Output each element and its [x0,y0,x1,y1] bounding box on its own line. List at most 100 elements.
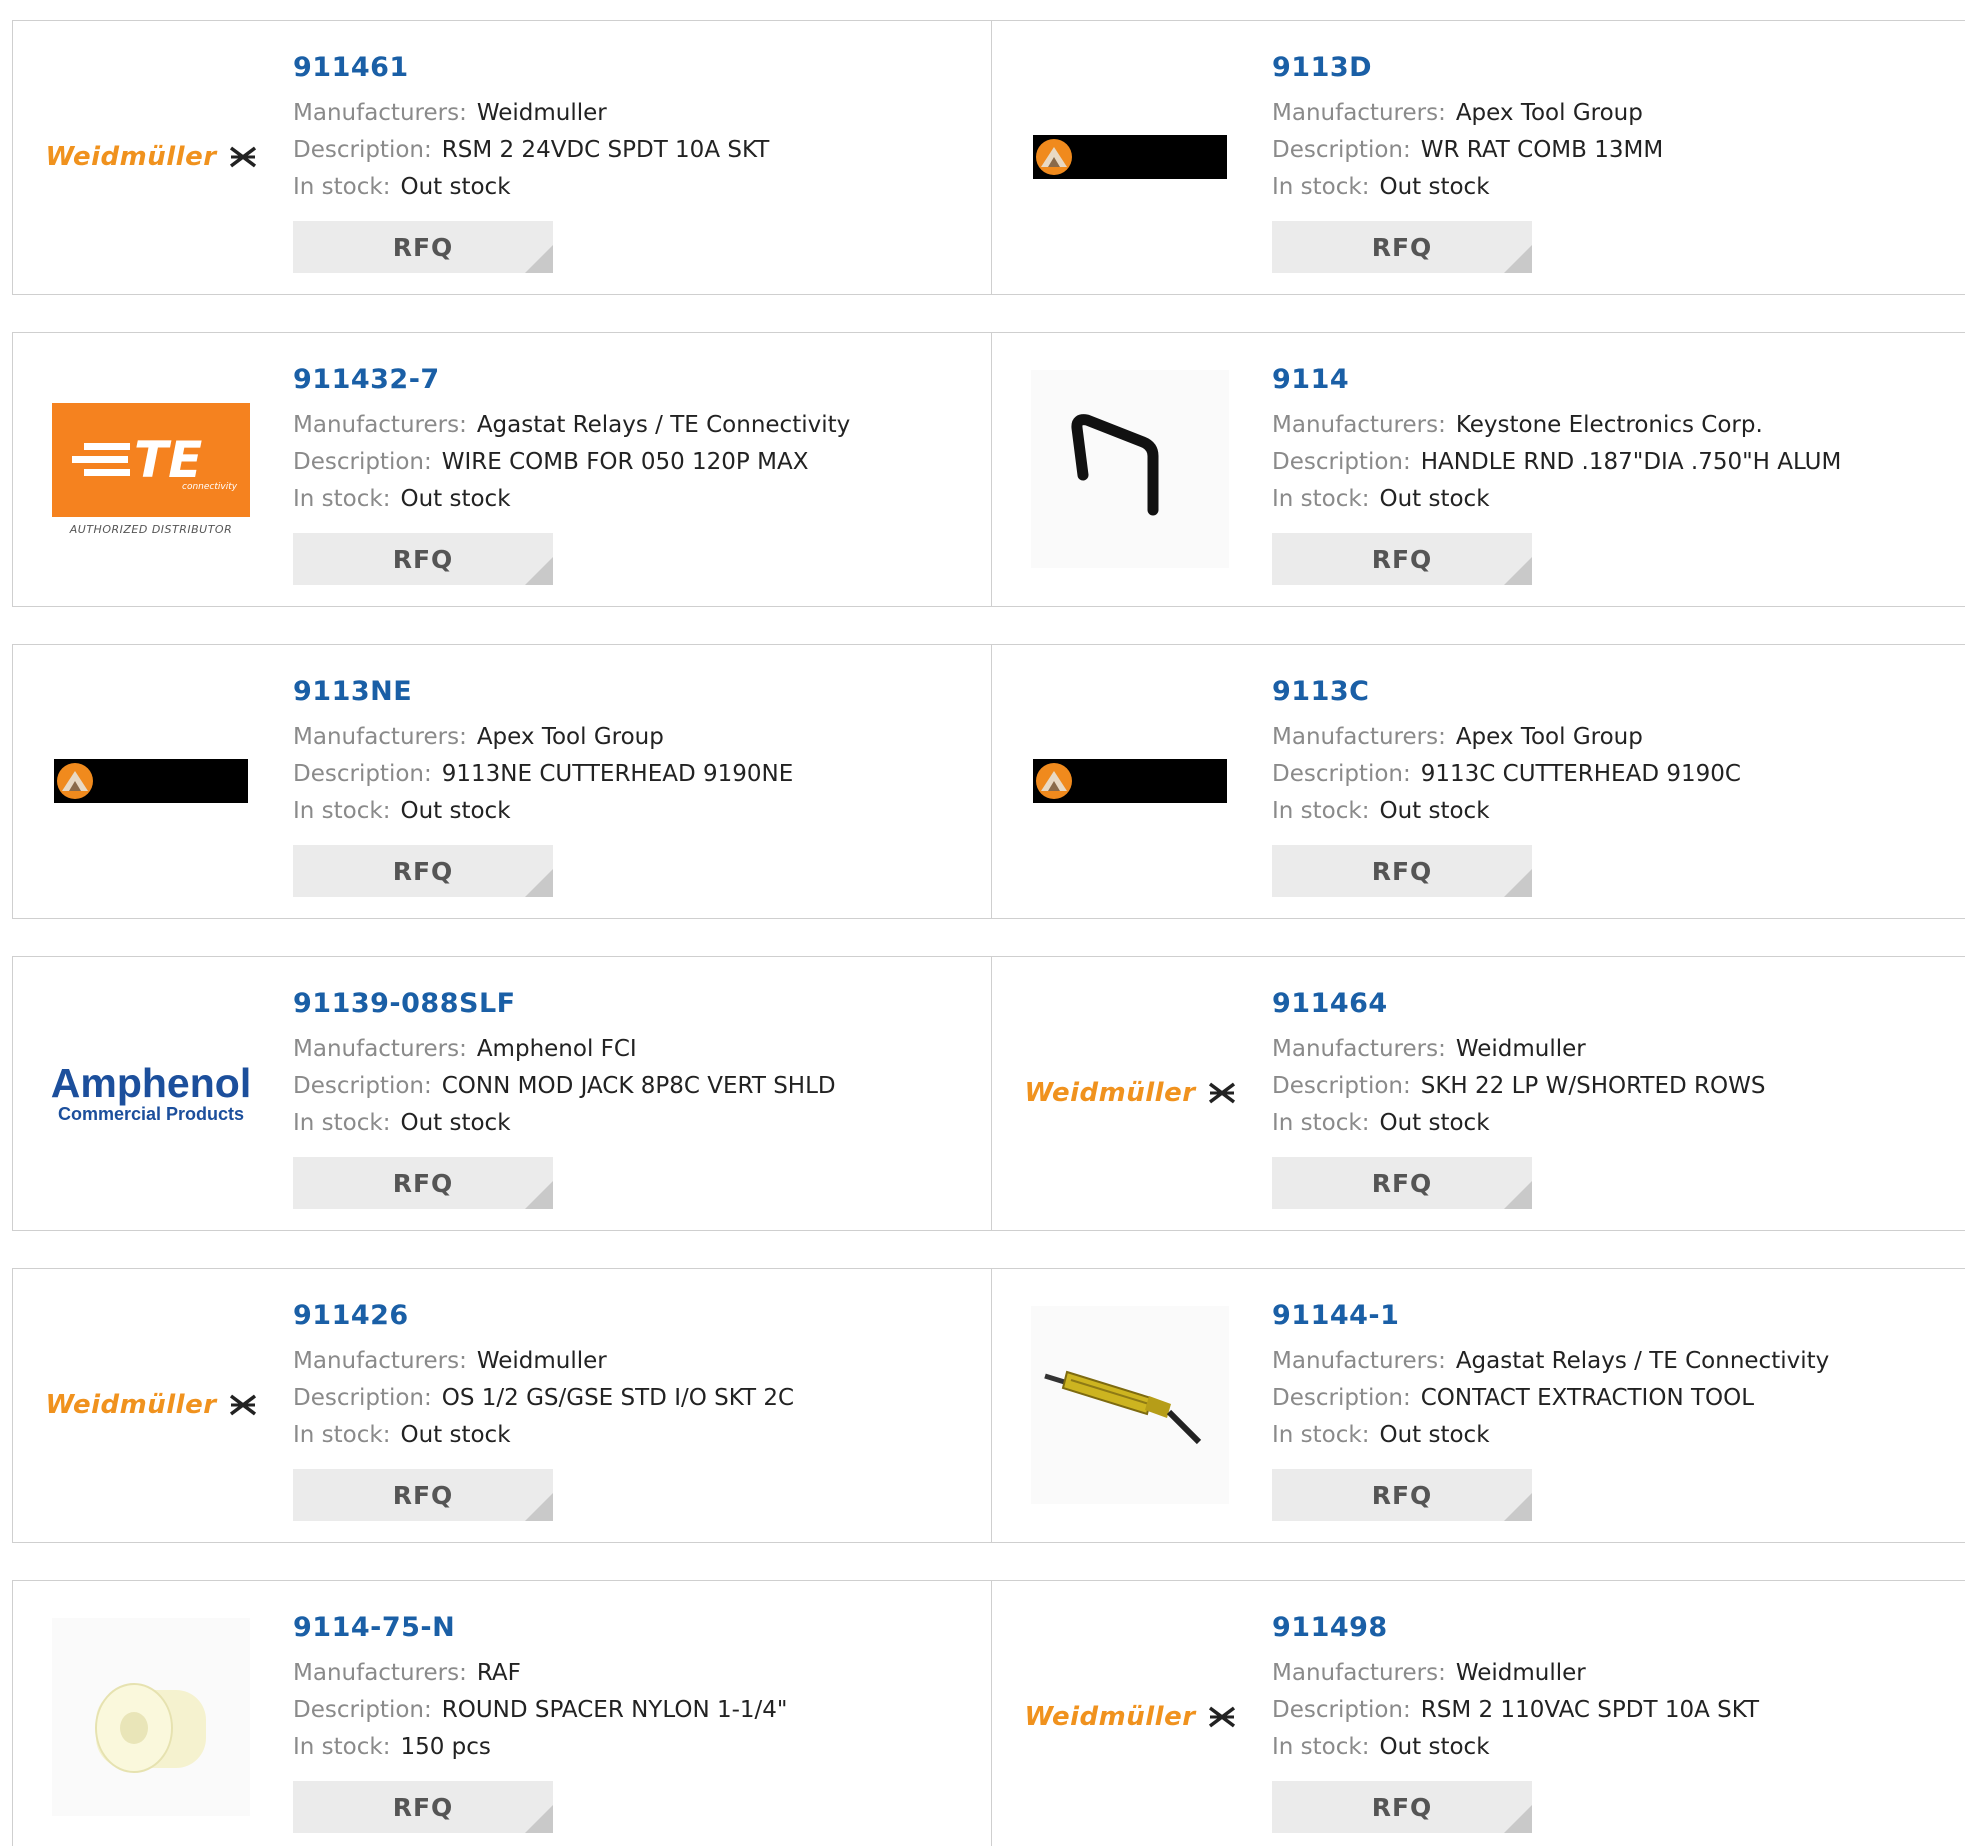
product-card: Amphenol Commercial Products 91139-088SL… [12,956,991,1231]
stock-row: In stock: Out stock [1272,481,1932,518]
stock-label: In stock: [1272,798,1370,824]
part-number-link[interactable]: 911461 [293,51,953,85]
stock-row: In stock: Out stock [293,1105,953,1142]
product-image[interactable]: Weidmüller [1024,1617,1235,1817]
weidmuller-cross-icon [229,146,256,168]
rfq-button[interactable]: RFQ [1272,1781,1532,1833]
description-row: Description: OS 1/2 GS/GSE STD I/O SKT 2C [293,1380,953,1417]
rfq-corner-decoration [1504,245,1532,273]
part-number-link[interactable]: 9114 [1272,363,1932,397]
rfq-corner-decoration [525,869,553,897]
part-number-link[interactable]: 911498 [1272,1611,1932,1645]
rfq-button[interactable]: RFQ [293,221,553,273]
product-row: 9114-75-N Manufacturers: RAF Description:… [12,1580,1965,1846]
product-card: 9113D Manufacturers: Apex Tool Group Desc… [991,20,1965,295]
product-image[interactable]: Amphenol Commercial Products [51,993,251,1193]
product-image[interactable] [1030,57,1230,257]
description-row: Description: RSM 2 110VAC SPDT 10A SKT [1272,1692,1932,1729]
product-row: Amphenol Commercial Products 91139-088SL… [12,956,1965,1231]
amphenol-wordmark: Amphenol [50,1060,252,1106]
description-value: 9113NE CUTTERHEAD 9190NE [441,761,794,787]
handle-photo [1031,370,1229,568]
description-row: Description: ROUND SPACER NYLON 1-1/4" [293,1692,953,1729]
manufacturer-value: Weidmuller [1455,1660,1586,1686]
description-label: Description: [293,1697,432,1723]
stock-value: Out stock [1379,1734,1490,1760]
description-row: Description: 9113C CUTTERHEAD 9190C [1272,756,1932,793]
description-label: Description: [1272,1697,1411,1723]
description-label: Description: [293,761,432,787]
product-image[interactable] [1030,369,1230,569]
product-info: 9114 Manufacturers: Keystone Electronics … [1272,363,1932,518]
product-image[interactable] [51,1617,251,1817]
product-info: 91144-1 Manufacturers: Agastat Relays / T… [1272,1299,1932,1454]
part-number-link[interactable]: 9113C [1272,675,1932,709]
rfq-button[interactable]: RFQ [293,1157,553,1209]
rfq-button[interactable]: RFQ [293,845,553,897]
rfq-button[interactable]: RFQ [1272,1469,1532,1521]
spacer-icon [95,1683,206,1773]
product-image[interactable] [1030,1305,1230,1505]
product-info: 911426 Manufacturers: Weidmuller Descript… [293,1299,953,1454]
stock-label: In stock: [1272,1734,1370,1760]
rfq-label: RFQ [1371,856,1433,886]
part-number-link[interactable]: 9114-75-N [293,1611,953,1645]
stock-label: In stock: [293,174,391,200]
stock-row: In stock: Out stock [293,169,953,206]
weidmuller-wordmark: Weidmüller [45,142,217,172]
extraction-tool-photo [1031,1306,1229,1504]
description-row: Description: RSM 2 24VDC SPDT 10A SKT [293,132,953,169]
part-number-link[interactable]: 911464 [1272,987,1932,1021]
weidmuller-cross-icon [229,1394,256,1416]
rfq-button[interactable]: RFQ [1272,845,1532,897]
product-info: 911498 Manufacturers: Weidmuller Descript… [1272,1611,1932,1766]
weidmuller-cross-icon [1208,1706,1235,1728]
description-value: OS 1/2 GS/GSE STD I/O SKT 2C [441,1385,795,1411]
part-number-link[interactable]: 91144-1 [1272,1299,1932,1333]
rfq-button[interactable]: RFQ [293,1781,553,1833]
rfq-corner-decoration [1504,1181,1532,1209]
product-image[interactable]: Weidmüller [45,57,256,257]
description-value: SKH 22 LP W/SHORTED ROWS [1420,1073,1766,1099]
manufacturer-row: Manufacturers: RAF [293,1655,953,1692]
rfq-label: RFQ [392,1168,454,1198]
weidmuller-wordmark: Weidmüller [45,1390,217,1420]
manufacturer-label: Manufacturers: [1272,412,1446,438]
part-number-link[interactable]: 911426 [293,1299,953,1333]
description-row: Description: SKH 22 LP W/SHORTED ROWS [1272,1068,1932,1105]
manufacturer-value: Apex Tool Group [1455,100,1643,126]
manufacturer-row: Manufacturers: Apex Tool Group [293,719,953,756]
description-value: RSM 2 110VAC SPDT 10A SKT [1420,1697,1760,1723]
part-number-link[interactable]: 911432-7 [293,363,953,397]
weidmuller-logo: Weidmüller [45,1390,256,1420]
product-image[interactable]: Weidmüller [45,1305,256,1505]
rfq-button[interactable]: RFQ [1272,1157,1532,1209]
rfq-button[interactable]: RFQ [1272,533,1532,585]
description-value: ROUND SPACER NYLON 1-1/4" [441,1697,788,1723]
part-number-link[interactable]: 9113D [1272,51,1932,85]
product-image[interactable]: Weidmüller [1024,993,1235,1193]
product-row: Weidmüller 911461 Manufacturers: Weidmull… [12,20,1965,295]
product-image[interactable]: TE connectivity AUTHORIZED DISTRIBUTOR [51,369,251,569]
manufacturer-row: Manufacturers: Weidmuller [293,95,953,132]
description-row: Description: WR RAT COMB 13MM [1272,132,1932,169]
stock-label: In stock: [1272,1110,1370,1136]
description-value: HANDLE RND .187"DIA .750"H ALUM [1420,449,1842,475]
product-image[interactable] [51,681,251,881]
rfq-button[interactable]: RFQ [293,533,553,585]
weidmuller-logo: Weidmüller [45,142,256,172]
product-row: Weidmüller 911426 Manufacturers: Weidmull… [12,1268,1965,1543]
rfq-label: RFQ [392,1480,454,1510]
stock-row: In stock: Out stock [1272,1105,1932,1142]
manufacturer-label: Manufacturers: [1272,1036,1446,1062]
rfq-button[interactable]: RFQ [293,1469,553,1521]
te-logo-box: TE connectivity [52,402,250,517]
te-sub: connectivity [182,482,238,492]
part-number-link[interactable]: 9113NE [293,675,953,709]
product-card: Weidmüller 911461 Manufacturers: Weidmull… [12,20,991,295]
rfq-button[interactable]: RFQ [1272,221,1532,273]
manufacturer-label: Manufacturers: [293,1660,467,1686]
weidmuller-logo: Weidmüller [1024,1702,1235,1732]
product-image[interactable] [1030,681,1230,881]
part-number-link[interactable]: 91139-088SLF [293,987,953,1021]
